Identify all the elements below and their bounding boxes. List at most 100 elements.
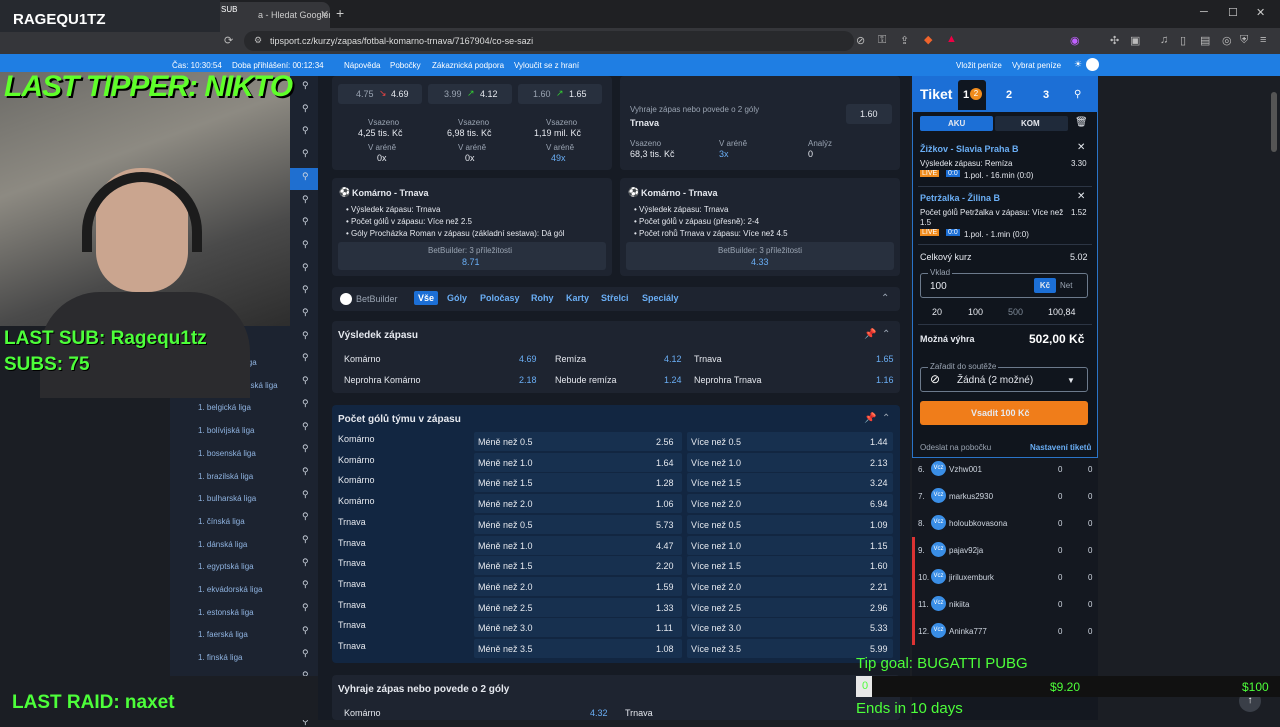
music-icon[interactable]: ♫ [1160,34,1168,46]
pin-icon[interactable]: ⚲ [302,125,309,136]
url-input[interactable]: tipsport.cz/kurzy/zapas/fotbal-komarno-t… [244,31,854,51]
pin-icon[interactable]: ⚲ [302,511,309,522]
ticket-tab-3[interactable]: 3 [1043,89,1049,101]
reload-icon[interactable]: ⟳ [224,34,233,47]
pin-icon[interactable]: ⚲ [302,466,309,477]
collapse-all-icon[interactable]: ⌃ [881,293,889,304]
branches-link[interactable]: Pobočky [390,61,421,70]
wallet-icon[interactable]: ▤ [1200,34,1210,47]
pin-icon[interactable]: ⚲ [302,602,309,613]
bet-match[interactable]: Žižkov - Slavia Praha B [920,144,1019,154]
filter-tab-0[interactable]: Vše [414,291,439,305]
quick-stake-button[interactable]: 100,84 [1048,307,1076,317]
pin-icon[interactable]: ⚲ [302,330,309,341]
share-icon[interactable]: ⇪ [900,34,909,47]
trash-icon[interactable]: 🗑 [1075,117,1088,128]
pin-icon[interactable]: ⚲ [302,648,309,659]
pin-icon[interactable]: ⚲ [302,557,309,568]
pin-icon[interactable]: ⚲ [302,80,309,91]
maximize-icon[interactable]: ☐ [1228,6,1238,19]
window-close-icon[interactable]: ✕ [1256,6,1265,19]
pin-icon[interactable]: ⚲ [302,307,309,318]
shield-icon[interactable]: ⛨ [1240,34,1248,47]
pin-icon[interactable]: ⚲ [302,398,309,409]
self-exclusion-link[interactable]: Vyloučit se z hraní [514,61,579,70]
net-button[interactable]: Net [1060,281,1072,290]
page-scrollbar[interactable] [1270,76,1278,720]
close-icon[interactable]: ✕ [320,8,329,21]
ticket-tab-1[interactable]: 1 [963,89,969,101]
pin-icon[interactable]: ⚲ [302,171,309,182]
league-link[interactable]: 1. finská liga [198,653,242,662]
league-link[interactable]: 1. egyptská liga [198,562,254,571]
league-link[interactable]: 1. čínská liga [198,517,245,526]
camera-blocked-icon[interactable]: ⊘ [856,34,865,47]
send-to-branch-link[interactable]: Odeslat na pobočku [920,443,991,452]
pin-icon[interactable]: ⚲ [302,148,309,159]
filter-tab-4[interactable]: Karty [562,291,593,305]
dark-mode-toggle[interactable] [1086,58,1099,71]
filter-tab-3[interactable]: Rohy [527,291,558,305]
pin-icon[interactable]: ⚲ [302,375,309,386]
pin-icon[interactable]: ⚲ [302,489,309,500]
league-link[interactable]: 1. bosenská liga [198,449,256,458]
rewards-icon[interactable]: ▲ [946,33,957,45]
pin-icon[interactable]: ⚲ [302,216,309,227]
collapse-icon[interactable]: ⌃ [882,329,890,340]
pin-icon[interactable]: ⚲ [302,239,309,250]
ticket-settings-link[interactable]: Nastavení tiketů [1030,443,1091,452]
extension-icon[interactable]: ◉ [1070,34,1080,47]
brave-shield-icon[interactable]: ◆ [924,33,932,46]
pin-icon[interactable]: ⚲ [302,534,309,545]
new-tab-icon[interactable]: + [336,5,344,21]
key-icon[interactable]: ⚿ [878,34,886,47]
pin-icon[interactable]: ⚲ [302,262,309,273]
support-link[interactable]: Zákaznická podpora [432,61,504,70]
puzzle-icon[interactable]: ✣ [1110,34,1119,47]
sidebar-icon[interactable]: ▣ [1130,34,1140,47]
minimize-icon[interactable]: ─ [1200,6,1208,18]
pin-icon[interactable]: ⚲ [302,194,309,205]
remove-bet-icon[interactable]: ✕ [1077,142,1085,153]
menu-icon[interactable]: ≡ [1260,34,1266,46]
filter-tab-5[interactable]: Střelci [597,291,633,305]
league-link[interactable]: 1. faerská liga [198,630,248,639]
scrollbar-thumb[interactable] [1271,92,1277,152]
filter-tab-1[interactable]: Góly [443,291,471,305]
bet-match[interactable]: Petržalka - Žilina B [920,193,1000,203]
ticket-tab-2[interactable]: 2 [1006,89,1012,101]
pin-icon[interactable]: ⚲ [302,579,309,590]
league-link[interactable]: 1. bulharská liga [198,494,256,503]
league-link[interactable]: 1. dánská liga [198,540,247,549]
pin-icon[interactable]: ⚲ [302,625,309,636]
pin-icon[interactable]: 📌 [864,329,876,340]
collapse-icon[interactable]: ⌃ [882,413,890,424]
withdraw-link[interactable]: Vybrat peníze [1012,61,1061,70]
panel-icon[interactable]: ▯ [1180,34,1186,47]
deposit-link[interactable]: Vložit peníze [956,61,1002,70]
filter-tab-6[interactable]: Speciály [638,291,683,305]
league-link[interactable]: 1. bolívijská liga [198,426,254,435]
site-info-icon[interactable]: ⚙ [254,35,262,46]
quick-stake-button[interactable]: 500 [1008,307,1023,317]
help-link[interactable]: Nápověda [344,61,380,70]
pin-icon[interactable]: ⚲ [302,352,309,363]
dark-mode-icon[interactable]: ☀ [1074,59,1082,70]
league-link[interactable]: 1. belgická liga [198,403,251,412]
league-link[interactable]: 1. ekvádorská liga [198,585,262,594]
filter-tab-2[interactable]: Poločasy [476,291,524,305]
league-link[interactable]: 1. brazilská liga [198,472,253,481]
betbuilder-toggle[interactable] [340,293,352,305]
pin-icon[interactable]: ⚲ [302,103,309,114]
pin-icon[interactable]: ⚲ [1074,89,1081,100]
vpn-icon[interactable]: ◎ [1222,34,1232,47]
quick-stake-button[interactable]: 100 [968,307,983,317]
pin-icon[interactable]: 📌 [864,413,876,424]
quick-stake-button[interactable]: 20 [932,307,942,317]
remove-bet-icon[interactable]: ✕ [1077,191,1085,202]
pin-icon[interactable]: ⚲ [302,284,309,295]
currency-kc-button[interactable]: Kč [1034,278,1056,293]
league-link[interactable]: 1. estonská liga [198,608,254,617]
pin-icon[interactable]: ⚲ [302,421,309,432]
pin-icon[interactable]: ⚲ [302,443,309,454]
